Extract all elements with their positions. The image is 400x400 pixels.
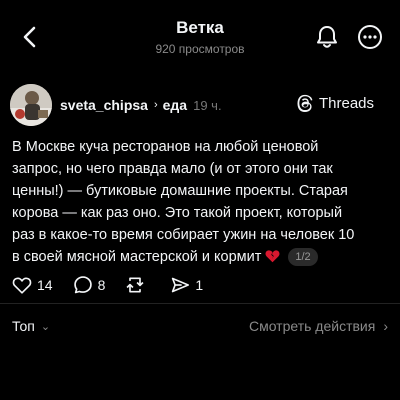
comment-count: 8	[97, 277, 106, 293]
view-activity-label: Смотреть действия	[248, 318, 376, 334]
post-text-line: корова — как раз оно. Это такой проект, …	[12, 205, 343, 221]
like-count: 14	[37, 277, 53, 293]
replies-toolbar: Топ ⌄ Смотреть действия ›	[0, 318, 400, 340]
view-activity-link[interactable]: Смотреть действия ›	[249, 318, 388, 334]
page-counter: 1/2	[288, 248, 318, 266]
sort-label: Топ	[12, 318, 35, 334]
threads-label: Threads	[319, 94, 375, 112]
avatar-photo	[10, 84, 52, 126]
chevron-right-icon: ›	[383, 318, 388, 334]
avatar[interactable]	[10, 84, 52, 126]
share-count: 1	[195, 277, 204, 293]
bell-icon	[317, 26, 337, 48]
post-text-line: запрос, но чего правда мало (и от этого …	[12, 161, 333, 177]
share-button[interactable]: 1	[170, 276, 203, 294]
post-text-line: В Москве куча ресторанов на любой ценово…	[12, 139, 319, 155]
heart-icon	[12, 277, 32, 294]
broken-heart-emoji	[265, 250, 280, 263]
post-time: 19 ч.	[193, 97, 222, 113]
like-button[interactable]: 14	[12, 276, 53, 294]
comment-icon	[73, 276, 92, 294]
post-text-line: раз в какое-то время собирает ужин на че…	[12, 227, 355, 243]
comment-button[interactable]: 8	[73, 275, 106, 295]
threads-logo-icon	[297, 94, 313, 112]
repost-button[interactable]	[125, 276, 150, 294]
more-button[interactable]	[355, 22, 385, 52]
username[interactable]: sveta_chipsa	[60, 97, 148, 113]
topic-tag[interactable]: еда	[163, 97, 187, 113]
post-actions: 14 8 1	[12, 274, 223, 296]
sort-dropdown[interactable]: Топ ⌄	[12, 318, 50, 334]
post-text: В Москве куча ресторанов на любой ценово…	[12, 136, 392, 268]
post-text-line: в своей мясной мастерской и кормит	[12, 249, 262, 265]
header: Ветка 920 просмотров	[0, 0, 400, 70]
post-text-line: ценны!) — бутиковые домашние проекты. Ст…	[12, 183, 348, 199]
topic-separator: ›	[153, 99, 158, 111]
post-text-last-line: в своей мясной мастерской и кормит 1/2	[12, 246, 392, 268]
more-icon	[358, 25, 382, 49]
chevron-down-icon: ⌄	[40, 320, 51, 333]
post-header: sveta_chipsa › еда 19 ч.	[60, 96, 222, 114]
notifications-button[interactable]	[312, 22, 342, 52]
repost-icon	[126, 277, 144, 293]
send-icon	[172, 277, 190, 293]
divider	[0, 303, 400, 304]
threads-badge[interactable]: Threads	[296, 94, 374, 112]
